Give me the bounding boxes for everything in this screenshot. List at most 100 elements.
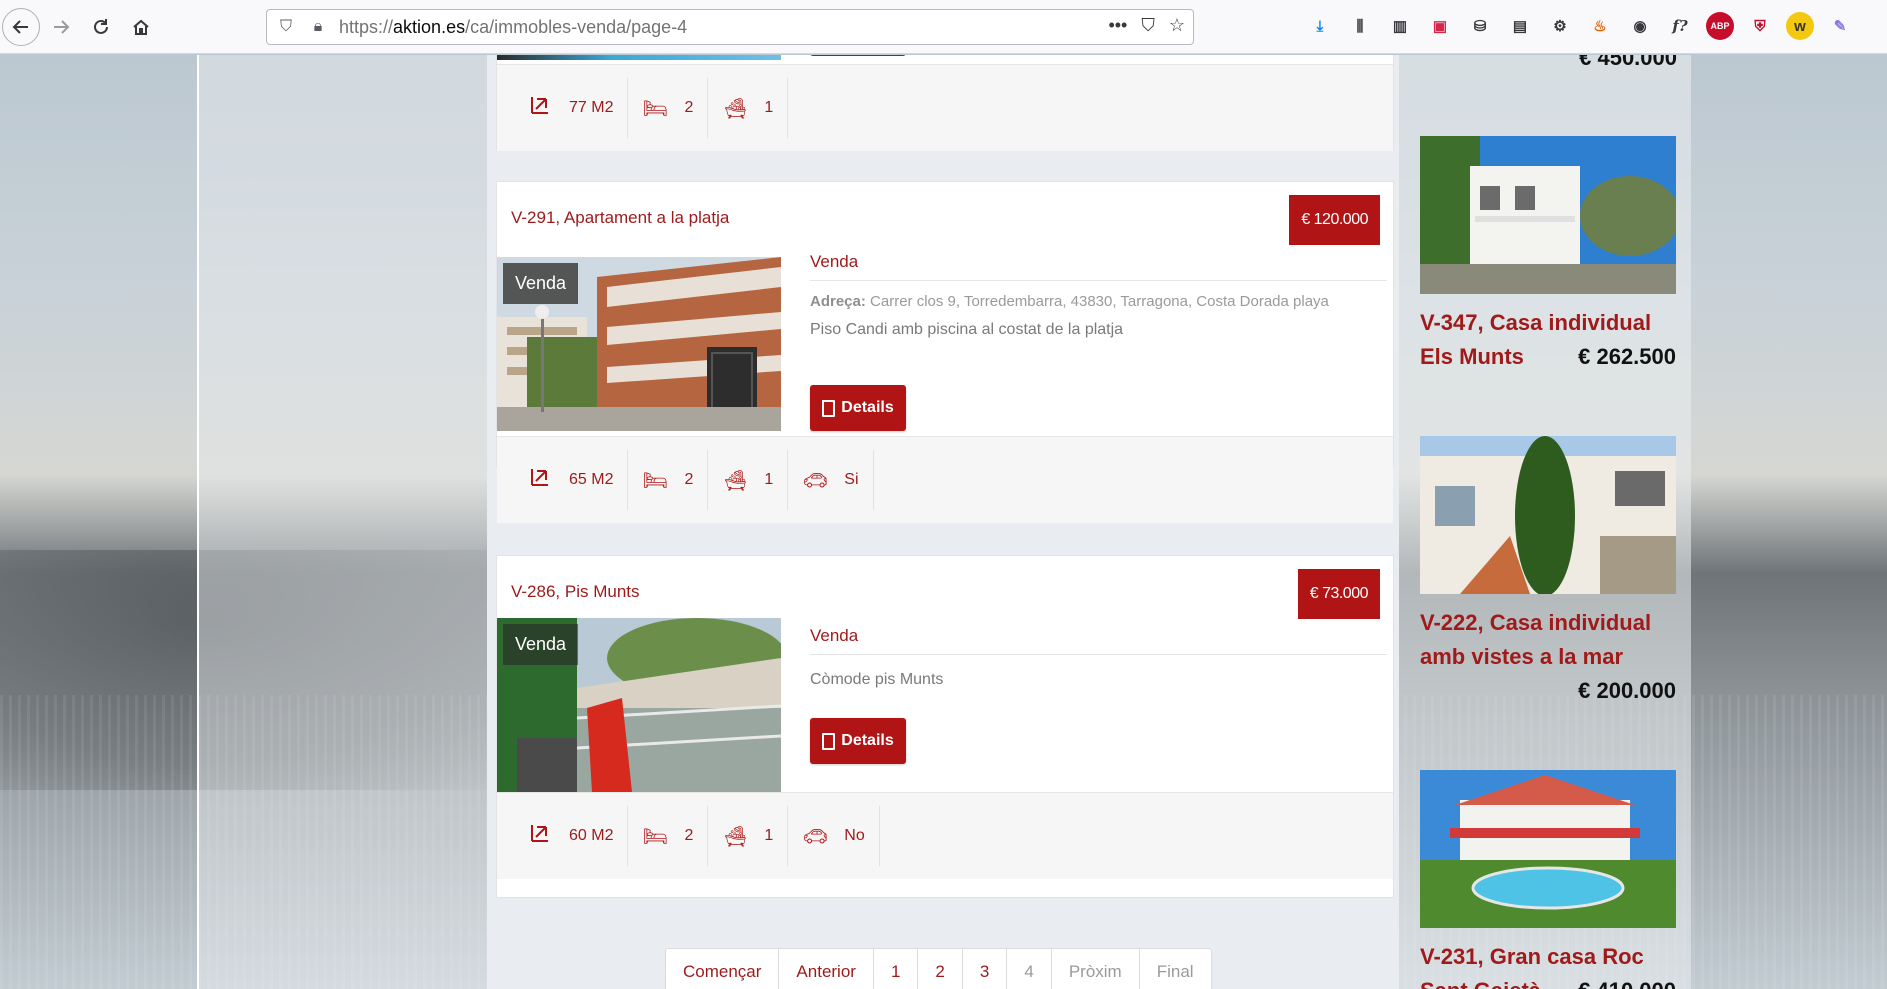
details-button[interactable]: Details [810,718,906,764]
features-bar: 77 M2 🛏︎ 2 🛁︎ 1 [497,64,1393,151]
featured-title[interactable]: V-347, Casa individual Els Munts € 262.50… [1420,306,1676,374]
bed-icon: 🛏︎ [642,469,669,492]
pagination-last: Final [1156,962,1194,981]
feature-bedrooms: 🛏︎ 2 [628,450,709,510]
featured-price: € 450.000 [1579,55,1677,70]
details-button[interactable] [810,55,906,56]
w-icon[interactable]: w [1786,12,1814,40]
arrow-right-icon [54,20,70,34]
address-bar[interactable]: ⛉ 🔒︎ https://aktion.es/ca/immobles-venda… [266,9,1194,45]
library-icon[interactable]: ⫼ [1346,12,1374,40]
featured-photo[interactable] [1420,770,1676,928]
featured-price: € 410.000 [1578,974,1676,989]
details-button[interactable]: Details [810,385,906,431]
listing-description: Piso Candi amb piscina al costat de la p… [810,321,1124,338]
listing-info: Venda Adreça: Carrer clos 9, Torredembar… [810,252,1387,339]
bookmark-star-icon[interactable]: ☆ [1169,15,1185,36]
pocket-save-icon[interactable]: ▣ [1426,12,1454,40]
feature-bedrooms: 🛏︎ 2 [628,806,709,866]
pagination-prev[interactable]: Anterior [779,949,874,989]
house-photo [1420,136,1676,294]
pagination-page-3[interactable]: 3 [963,949,1008,989]
listing-photo[interactable]: Venda [497,257,781,431]
feature-bathrooms: 🛁︎ 1 [708,78,789,138]
url-text[interactable]: https://aktion.es/ca/immobles-venda/page… [339,17,687,38]
featured-item[interactable]: V-347, Casa individual Els Munts € 262.50… [1420,136,1676,374]
document-icon [822,732,836,750]
listing-type: Venda [810,626,1387,655]
car-icon: 🚗︎ [802,825,828,848]
area-icon [527,94,553,122]
pocket-icon[interactable]: ⛉ [1141,15,1155,36]
fire-icon[interactable]: ♨ [1586,12,1614,40]
listing-title[interactable]: V-291, Apartament a la platja [511,208,729,228]
sidebar-icon[interactable]: ▥ [1386,12,1414,40]
featured-photo[interactable] [1420,136,1676,294]
feature-area: 77 M2 [513,78,629,138]
feature-parking: 🚗︎ No [788,806,880,866]
listing-card: V-286, Pis Munts € 73.000 Venda Venda Cò… [496,555,1394,898]
listing-photo[interactable]: Venda [497,618,781,792]
featured-item[interactable]: V-222, Casa individual amb vistes a la m… [1420,436,1676,708]
bath-icon: 🛁︎ [722,97,749,120]
feature-bedrooms: 🛏︎ 2 [628,78,709,138]
featured-photo[interactable] [1420,436,1676,594]
fx-icon[interactable]: f? [1666,12,1694,40]
reload-button[interactable] [84,10,118,44]
arrow-left-icon [12,20,28,34]
pagination-page-4-current: 4 [1007,949,1052,989]
featured-item[interactable]: V-231, Gran casa Roc Sant Gaietà€ 410.00… [1420,770,1676,989]
extensions-toolbar: ⤓ ⫼ ▥ ▣ ⛁ ▤ ⚙ ♨ ◉ f? ABP ⛨ w ✎ [1306,12,1854,40]
pagination-page-1[interactable]: 1 [874,949,919,989]
account-icon[interactable]: ◉ [1626,12,1654,40]
left-panel [197,55,487,989]
villa-photo [1420,436,1676,594]
web-page: 77 M2 🛏︎ 2 🛁︎ 1 V-291, Apartament a la p… [0,55,1887,989]
sale-tag: Venda [503,624,579,665]
document-icon [822,399,836,417]
area-icon [527,822,553,850]
gear-icon[interactable]: ⚙ [1546,12,1574,40]
listing-description: Còmode pis Munts [810,671,944,688]
price-badge: € 120.000 [1289,195,1380,245]
forward-button[interactable] [44,10,78,44]
feature-area: 60 M2 [513,806,629,866]
download-icon[interactable]: ⤓ [1306,12,1334,40]
features-bar: 60 M2 🛏︎ 2 🛁︎ 1 🚗︎ No [497,792,1393,879]
featured-sidebar: € 450.000 V-347, Casa individual Els Mun… [1399,55,1691,989]
listing-card: 77 M2 🛏︎ 2 🛁︎ 1 [496,55,1394,151]
pen-icon[interactable]: ✎ [1826,12,1854,40]
browser-toolbar: ⛉ 🔒︎ https://aktion.es/ca/immobles-venda… [0,0,1887,54]
pdf-icon[interactable]: ▤ [1506,12,1534,40]
pool-house-photo [1420,770,1676,928]
abp-icon[interactable]: ABP [1706,12,1734,40]
area-icon [527,466,553,494]
listing-photo[interactable] [497,55,781,60]
featured-title[interactable]: V-231, Gran casa Roc Sant Gaietà€ 410.00… [1420,940,1676,989]
shield-ext-icon[interactable]: ⛨ [1746,12,1774,40]
price-badge: € 73.000 [1297,569,1380,619]
bath-icon: 🛁︎ [722,825,749,848]
home-icon [133,19,149,35]
pagination: Començar Anterior 1 2 3 4 Pròxim Final [665,948,1212,989]
feature-bathrooms: 🛁︎ 1 [708,806,789,866]
listing-info: Venda Còmode pis Munts [810,626,1387,689]
featured-price: € 200.000 [1578,678,1676,703]
back-button[interactable] [2,8,40,46]
urlbar-actions: ••• ⛉ ☆ [1108,15,1185,36]
feature-bathrooms: 🛁︎ 1 [708,450,789,510]
shield-icon[interactable]: ⛉ [273,18,299,36]
reload-icon [94,19,108,34]
listing-type: Venda [810,252,1387,281]
car-icon: 🚗︎ [802,469,828,492]
page-actions-icon[interactable]: ••• [1108,15,1127,36]
db-icon[interactable]: ⛁ [1466,12,1494,40]
bed-icon: 🛏︎ [642,97,669,120]
pagination-next: Pròxim [1052,949,1140,989]
lock-icon[interactable]: 🔒︎ [305,18,331,36]
listing-title[interactable]: V-286, Pis Munts [511,582,640,602]
home-button[interactable] [124,10,158,44]
pagination-first[interactable]: Començar [666,949,780,989]
pagination-page-2[interactable]: 2 [918,949,963,989]
featured-title[interactable]: V-222, Casa individual amb vistes a la m… [1420,606,1676,708]
